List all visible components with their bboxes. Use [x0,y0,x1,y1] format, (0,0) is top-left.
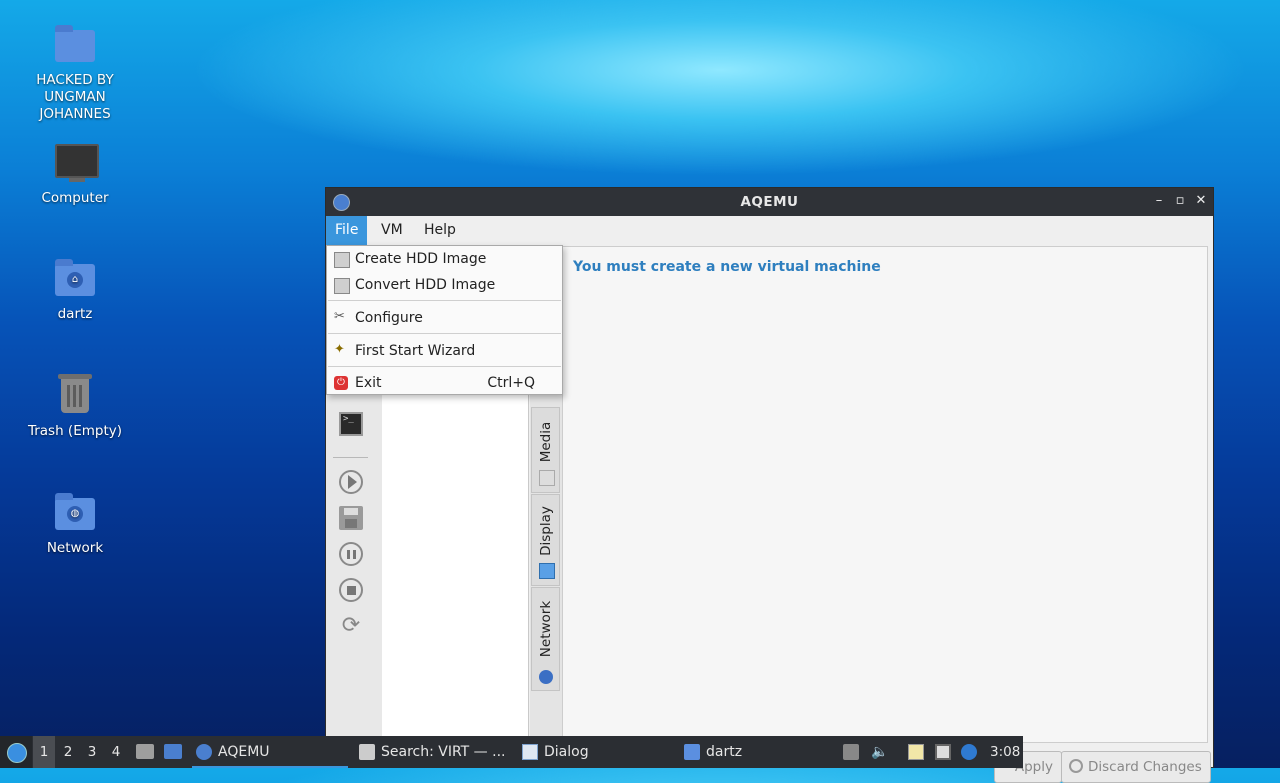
title-bar[interactable]: AQEMU – ▫ ✕ [326,188,1213,216]
menu-item-label: First Start Wizard [355,343,476,359]
quicklaunch-files[interactable] [134,736,154,768]
taskbar: 1 2 3 4 AQEMU Search: VIRT — ... Dialog … [0,736,1023,768]
task-aqemu[interactable]: AQEMU [192,736,348,768]
folder-icon [53,22,97,66]
menu-item-convert-hdd-image[interactable]: Convert HDD Image [327,272,562,298]
close-button[interactable]: ✕ [1193,193,1209,209]
stop-icon[interactable] [339,578,363,602]
create-vm-message: You must create a new virtual machine [573,259,881,275]
save-icon[interactable] [339,506,363,530]
menu-help[interactable]: Help [415,216,465,245]
toolbar-divider [333,457,368,458]
restore-button[interactable]: ▫ [1172,193,1188,209]
tools-icon: ✂ [334,309,345,324]
task-search[interactable]: Search: VIRT — ... [355,736,536,768]
discard-icon [1069,759,1083,773]
task-label: AQEMU [218,744,270,760]
desktop-icon-computer[interactable]: Computer [20,140,130,207]
wand-icon: ✦ [334,342,345,357]
trash-icon [53,373,97,417]
menu-item-label: Exit [355,375,382,391]
tab-network[interactable]: Network [531,587,560,691]
quicklaunch-show-desktop[interactable] [162,736,184,768]
disk-icon [334,278,350,294]
menu-item-label: Convert HDD Image [355,277,496,293]
play-icon[interactable] [339,470,363,494]
task-label: Search: VIRT — ... [381,744,506,760]
menu-item-label: Create HDD Image [355,251,487,267]
start-menu-button[interactable] [0,736,32,768]
desktop-icon-trash[interactable]: Trash (Empty) [20,373,130,440]
task-label: Dialog [544,744,589,760]
reset-icon[interactable]: ⟳ [339,614,363,638]
tab-display[interactable]: Display [531,494,560,586]
network-status-icon[interactable] [935,744,951,760]
menu-vm[interactable]: VM [372,216,412,245]
aqemu-app-icon [196,744,212,760]
power-icon: ⏻ [334,376,348,390]
task-dartz[interactable]: dartz [680,736,861,768]
discard-changes-label: Discard Changes [1088,759,1202,775]
show-desktop-icon [164,744,182,759]
computer-icon [53,140,99,184]
menu-item-configure[interactable]: ✂ Configure [327,305,562,331]
globe-icon [539,670,553,684]
menu-item-create-hdd-image[interactable]: Create HDD Image [327,246,562,272]
tab-media-label: Media [537,421,554,462]
menu-item-exit[interactable]: ⏻ Exit Ctrl+Q [327,370,562,396]
search-dialog-icon [359,744,375,760]
desktop-icon-label: dartz [57,306,93,322]
desktop-icon-network[interactable]: ◍ Network [20,490,130,557]
desktop-icon-hacked-folder[interactable]: HACKED BY UNGMAN JOHANNES [20,22,130,123]
menu-item-first-start-wizard[interactable]: ✦ First Start Wizard [327,338,562,364]
desktop-switch-4[interactable]: 4 [105,736,127,768]
window-title: AQEMU [740,194,799,210]
clipboard-icon[interactable] [908,744,924,760]
desktop-icon-label: Computer [41,190,109,206]
display-icon [539,563,555,579]
disk-icon [334,252,350,268]
tab-network-label: Network [537,600,554,657]
home-folder-icon: ⌂ [53,256,97,300]
menu-bar: File VM Help [326,216,1213,245]
media-icon [539,470,555,486]
menu-item-shortcut: Ctrl+Q [487,375,535,391]
desktop-icon-dartz[interactable]: ⌂ dartz [20,256,130,323]
discard-changes-button[interactable]: Discard Changes [1061,751,1211,783]
terminal-icon[interactable]: >_ [339,412,363,436]
file-manager-icon [136,744,154,759]
network-folder-icon: ◍ [53,490,97,534]
file-menu-dropdown: Create HDD Image Convert HDD Image ✂ Con… [326,245,563,395]
tab-display-label: Display [537,506,554,556]
desktop-icon-label: HACKED BY UNGMAN JOHANNES [36,72,114,122]
menu-separator [328,366,561,367]
task-dialog[interactable]: Dialog [518,736,699,768]
desktop-switch-1[interactable]: 1 [33,736,55,768]
volume-icon[interactable]: 🔈 [871,744,888,760]
menu-separator [328,333,561,334]
lxqt-logo-icon [7,743,27,763]
desktop-switch-2[interactable]: 2 [57,736,79,768]
desktop-icon-label: Network [46,540,104,556]
menu-item-label: Configure [355,310,423,326]
main-panel: You must create a new virtual machine [562,246,1208,743]
update-notifier-icon[interactable] [961,744,977,760]
minimize-button[interactable]: – [1151,193,1167,209]
dialog-window-icon [522,744,538,760]
menu-separator [328,300,561,301]
clock[interactable]: 3:08 [990,736,1022,768]
desktop-icon-label: Trash (Empty) [27,423,123,439]
folder-icon [684,744,700,760]
pause-icon[interactable] [339,542,363,566]
tray-expand-icon[interactable] [843,744,859,760]
desktop-switch-3[interactable]: 3 [81,736,103,768]
tab-media[interactable]: Media [531,407,560,493]
menu-file[interactable]: File [326,216,368,245]
task-label: dartz [706,744,743,760]
